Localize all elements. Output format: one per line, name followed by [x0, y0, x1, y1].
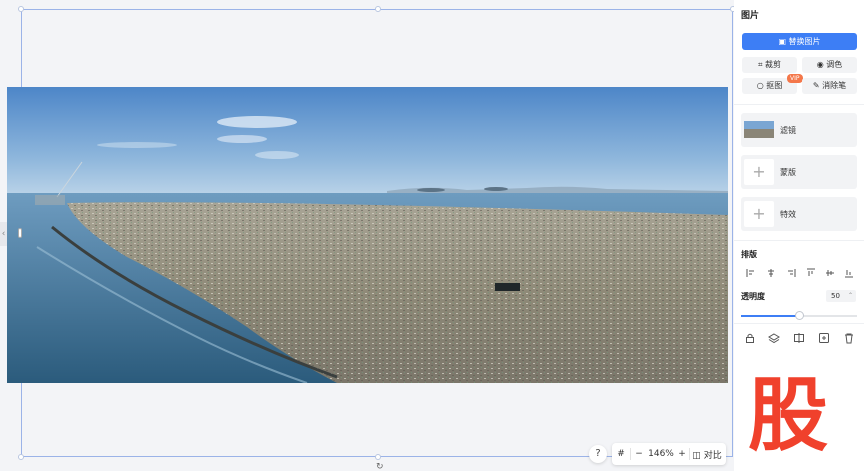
align-left-icon[interactable]	[746, 268, 756, 278]
zoom-out-button[interactable]: −	[631, 449, 647, 459]
align-right-icon[interactable]	[786, 268, 796, 278]
canvas-area[interactable]: ‹ ↻ ? # − 146% + ◫ 对比	[0, 0, 734, 471]
crop-label: 裁剪	[765, 60, 782, 69]
color-adjust-button[interactable]: ◉ 调色	[802, 57, 857, 73]
plus-icon: +	[744, 201, 774, 227]
eraser-button[interactable]: ✎ 消除笔	[802, 78, 857, 94]
layers-icon[interactable]	[768, 332, 780, 344]
lock-icon[interactable]	[744, 332, 756, 344]
stepper-icon[interactable]: ⌃	[848, 290, 853, 302]
compare-icon: ◫	[692, 450, 701, 461]
align-center-h-icon[interactable]	[766, 268, 776, 278]
filter-thumbnail	[744, 121, 774, 138]
eraser-icon: ✎	[812, 81, 820, 90]
cutout-label: 抠图	[766, 81, 783, 90]
opacity-label: 透明度	[741, 292, 765, 301]
filter-label: 滤镜	[780, 126, 796, 135]
plus-icon: +	[744, 159, 774, 185]
help-button[interactable]: ?	[589, 445, 607, 463]
zoom-value[interactable]: 146%	[647, 449, 675, 459]
ocean-plastic-photo[interactable]	[7, 87, 728, 383]
zoom-toolbar: # − 146% + ◫ 对比	[612, 443, 726, 465]
image-icon: ▣	[778, 37, 786, 46]
align-bottom-icon[interactable]	[844, 268, 854, 278]
mask-label: 蒙版	[780, 168, 796, 177]
opacity-slider-knob[interactable]	[795, 311, 804, 320]
zoom-in-button[interactable]: +	[675, 449, 689, 459]
compare-label: 对比	[703, 450, 722, 461]
divider	[734, 104, 864, 105]
filter-card[interactable]: 滤镜	[741, 113, 857, 147]
palette-icon: ◉	[816, 60, 824, 69]
rotate-icon[interactable]: ↻	[376, 462, 384, 471]
resize-handle-bottom-left[interactable]	[18, 454, 24, 460]
collapse-arrow-icon[interactable]: ‹	[0, 222, 7, 246]
opacity-value: 50	[831, 292, 840, 300]
flip-icon[interactable]	[793, 332, 805, 344]
opacity-slider-fill	[741, 315, 799, 317]
opacity-input[interactable]: 50 ⌃	[826, 290, 856, 302]
align-center-v-icon[interactable]	[825, 268, 835, 278]
align-top-icon[interactable]	[806, 268, 816, 278]
watermark-logo: 股	[748, 369, 828, 462]
color-adjust-label: 调色	[826, 60, 843, 69]
resize-handle-top-left[interactable]	[18, 6, 24, 12]
panel-title: 图片	[741, 11, 760, 21]
cutout-icon: ○	[756, 81, 764, 90]
replace-image-label: 替换图片	[788, 37, 821, 46]
divider	[734, 323, 864, 324]
arrange-title: 排版	[741, 250, 757, 259]
crop-button[interactable]: ⌗ 裁剪	[742, 57, 797, 73]
mask-card[interactable]: + 蒙版	[741, 155, 857, 189]
vip-badge: VIP	[787, 74, 803, 83]
resize-handle-bottom[interactable]	[375, 454, 381, 460]
eraser-label: 消除笔	[822, 81, 847, 90]
compare-button[interactable]: ◫ 对比	[690, 448, 724, 461]
resize-handle-top[interactable]	[375, 6, 381, 12]
left-edge-handle[interactable]	[18, 228, 22, 238]
grid-icon[interactable]: #	[612, 449, 630, 459]
replace-image-button[interactable]: ▣ 替换图片	[742, 33, 857, 50]
effects-label: 特效	[780, 210, 796, 219]
crop-icon: ⌗	[757, 60, 763, 69]
divider	[734, 240, 864, 241]
duplicate-icon[interactable]	[818, 332, 830, 344]
effects-card[interactable]: + 特效	[741, 197, 857, 231]
delete-icon[interactable]	[843, 332, 855, 344]
